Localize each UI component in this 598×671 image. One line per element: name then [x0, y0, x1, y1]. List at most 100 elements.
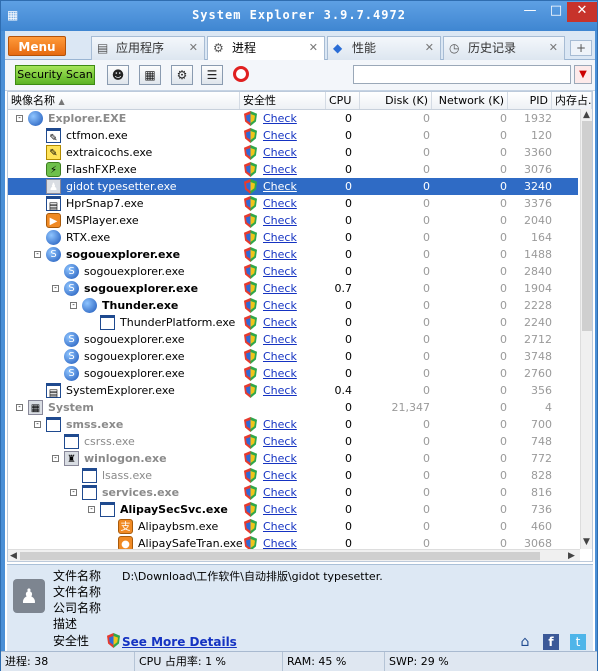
- check-link[interactable]: Check: [263, 450, 297, 467]
- tree-collapse-icon[interactable]: -: [70, 489, 77, 496]
- check-link[interactable]: Check: [263, 195, 297, 212]
- check-link[interactable]: Check: [263, 501, 297, 518]
- scroll-left-arrow-icon[interactable]: ◀: [10, 550, 17, 561]
- scroll-down-arrow-icon[interactable]: ▼: [583, 536, 590, 548]
- windows-icon[interactable]: ▦: [139, 65, 161, 85]
- search-button[interactable]: ▼: [574, 65, 592, 84]
- table-row[interactable]: - Thunder.exe Check 0 0 0 2228: [8, 297, 578, 314]
- column-header-memory[interactable]: 内存占...: [552, 92, 592, 109]
- table-row[interactable]: ThunderPlatform.exe Check 0 0 0 2240: [8, 314, 578, 331]
- tab-processes[interactable]: ⚙ 进程 ✕: [207, 36, 325, 61]
- table-row[interactable]: Ssogouexplorer.exe Check 0 0 0 2840: [8, 263, 578, 280]
- users-icon[interactable]: ☻: [107, 65, 129, 85]
- services-gear-icon[interactable]: ⚙: [171, 65, 193, 85]
- help-lifebuoy-icon[interactable]: [233, 66, 249, 82]
- table-row[interactable]: - ♜ winlogon.exe Check 0 0 0 772: [8, 450, 578, 467]
- table-row[interactable]: - Ssogouexplorer.exe Check 0.7 0 0 1904: [8, 280, 578, 297]
- check-link[interactable]: Check: [263, 110, 297, 127]
- table-row[interactable]: - ▦ System 0 21,347 0 4: [8, 399, 578, 416]
- table-row[interactable]: Ssogouexplorer.exe Check 0 0 0 3748: [8, 348, 578, 365]
- vertical-scroll-thumb[interactable]: [582, 121, 592, 331]
- tree-collapse-icon[interactable]: -: [34, 251, 41, 258]
- home-icon[interactable]: ⌂: [517, 634, 533, 650]
- tab-close-icon[interactable]: ✕: [549, 37, 558, 59]
- check-link[interactable]: Check: [263, 382, 297, 399]
- check-link[interactable]: Check: [263, 212, 297, 229]
- tree-collapse-icon[interactable]: -: [88, 506, 95, 513]
- list-view-icon[interactable]: ☰: [201, 65, 223, 85]
- tab-history[interactable]: ◷ 历史记录 ✕: [443, 36, 565, 60]
- horizontal-scrollbar[interactable]: ◀ ▶: [8, 549, 580, 561]
- table-row[interactable]: ⚡ FlashFXP.exe Check 0 0 0 3076: [8, 161, 578, 178]
- close-button[interactable]: ✕: [567, 2, 597, 22]
- scroll-up-arrow-icon[interactable]: ▲: [583, 109, 590, 121]
- check-link[interactable]: Check: [263, 433, 297, 450]
- column-header-safety[interactable]: 安全性: [240, 92, 326, 109]
- security-scan-button[interactable]: Security Scan: [15, 65, 95, 85]
- tree-collapse-icon[interactable]: -: [52, 285, 59, 292]
- table-row[interactable]: ♟ gidot typesetter.exe Check 0 0 0 3240: [8, 178, 578, 195]
- facebook-icon[interactable]: f: [543, 634, 559, 650]
- table-row[interactable]: Ssogouexplorer.exe Check 0 0 0 2760: [8, 365, 578, 382]
- cpu-value: 0: [345, 112, 352, 125]
- tree-collapse-icon[interactable]: -: [16, 404, 23, 411]
- column-header-pid[interactable]: PID: [508, 92, 552, 109]
- column-header-disk[interactable]: Disk (K): [360, 92, 432, 109]
- see-more-details-link[interactable]: See More Details: [122, 635, 237, 649]
- check-link[interactable]: Check: [263, 246, 297, 263]
- search-input[interactable]: [353, 65, 571, 84]
- tree-collapse-icon[interactable]: -: [34, 421, 41, 428]
- check-link[interactable]: Check: [263, 229, 297, 246]
- table-row[interactable]: 支 Alipaybsm.exe Check 0 0 0 460: [8, 518, 578, 535]
- twitter-icon[interactable]: t: [570, 634, 586, 650]
- check-link[interactable]: Check: [263, 331, 297, 348]
- check-link[interactable]: Check: [263, 365, 297, 382]
- table-row[interactable]: ▶ MSPlayer.exe Check 0 0 0 2040: [8, 212, 578, 229]
- table-row[interactable]: ✎ ctfmon.exe Check 0 0 0 120: [8, 127, 578, 144]
- check-link[interactable]: Check: [263, 518, 297, 535]
- table-row[interactable]: lsass.exe Check 0 0 0 828: [8, 467, 578, 484]
- vertical-scrollbar[interactable]: ▲ ▼: [580, 109, 592, 549]
- column-header-name[interactable]: 映像名称 ▲: [8, 92, 240, 109]
- check-link[interactable]: Check: [263, 161, 297, 178]
- table-row[interactable]: ▤ SystemExplorer.exe Check 0.4 0 0 356: [8, 382, 578, 399]
- check-link[interactable]: Check: [263, 484, 297, 501]
- table-row[interactable]: - services.exe Check 0 0 0 816: [8, 484, 578, 501]
- column-header-cpu[interactable]: CPU: [326, 92, 360, 109]
- table-row[interactable]: ▤ HprSnap7.exe Check 0 0 0 3376: [8, 195, 578, 212]
- scroll-right-arrow-icon[interactable]: ▶: [568, 550, 575, 561]
- tab-applications[interactable]: ▤ 应用程序 ✕: [91, 36, 205, 60]
- check-link[interactable]: Check: [263, 178, 297, 195]
- check-link[interactable]: Check: [263, 467, 297, 484]
- column-header-network[interactable]: Network (K): [432, 92, 508, 109]
- check-link[interactable]: Check: [263, 144, 297, 161]
- menu-button[interactable]: Menu: [8, 36, 66, 56]
- table-row[interactable]: RTX.exe Check 0 0 0 164: [8, 229, 578, 246]
- horizontal-scroll-thumb[interactable]: [20, 552, 540, 560]
- table-row[interactable]: - AlipaySecSvc.exe Check 0 0 0 736: [8, 501, 578, 518]
- maximize-button[interactable]: □: [543, 2, 569, 22]
- tab-close-icon[interactable]: ✕: [189, 37, 198, 59]
- check-link[interactable]: Check: [263, 348, 297, 365]
- add-tab-button[interactable]: +: [570, 40, 592, 56]
- check-link[interactable]: Check: [263, 297, 297, 314]
- check-link[interactable]: Check: [263, 280, 297, 297]
- table-row[interactable]: - Ssogouexplorer.exe Check 0 0 0 1488: [8, 246, 578, 263]
- tab-close-icon[interactable]: ✕: [309, 37, 318, 59]
- tab-close-icon[interactable]: ✕: [425, 37, 434, 59]
- table-row[interactable]: Ssogouexplorer.exe Check 0 0 0 2712: [8, 331, 578, 348]
- tree-collapse-icon[interactable]: -: [52, 455, 59, 462]
- pid-value: 748: [531, 435, 552, 448]
- minimize-button[interactable]: —: [517, 2, 543, 22]
- table-row[interactable]: - Explorer.EXE Check 0 0 0 1932: [8, 110, 578, 127]
- table-row[interactable]: csrss.exe Check 0 0 0 748: [8, 433, 578, 450]
- table-row[interactable]: - smss.exe Check 0 0 0 700: [8, 416, 578, 433]
- tree-collapse-icon[interactable]: -: [70, 302, 77, 309]
- check-link[interactable]: Check: [263, 416, 297, 433]
- tab-performance[interactable]: ◆ 性能 ✕: [327, 36, 441, 60]
- check-link[interactable]: Check: [263, 127, 297, 144]
- check-link[interactable]: Check: [263, 314, 297, 331]
- check-link[interactable]: Check: [263, 263, 297, 280]
- table-row[interactable]: ✎ extraicochs.exe Check 0 0 0 3360: [8, 144, 578, 161]
- tree-collapse-icon[interactable]: -: [16, 115, 23, 122]
